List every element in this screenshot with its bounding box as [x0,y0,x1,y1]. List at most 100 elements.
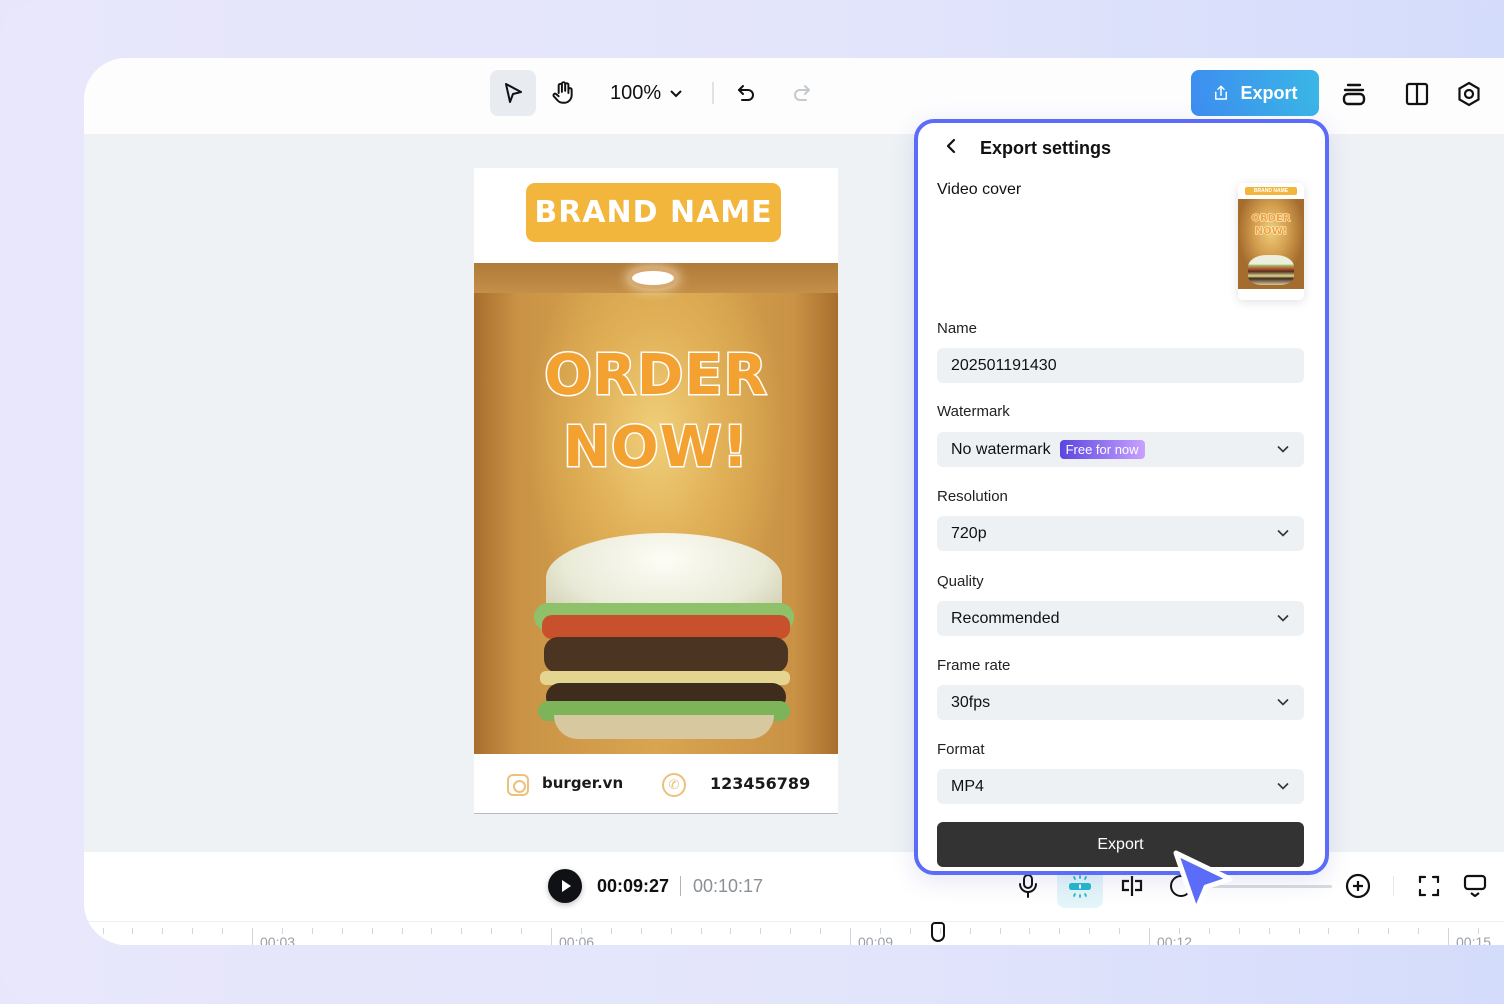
current-time: 00:09:27 [597,876,670,896]
ruler-tick [1388,928,1390,934]
ruler-tick [431,928,433,934]
hand-tool-button[interactable] [540,70,586,116]
watermark-value: No watermark [951,440,1051,458]
ruler-tick [730,928,732,934]
ruler-time-label: 00:06 [559,934,595,945]
burger-patty [544,637,788,673]
ceiling-lamp [632,271,674,285]
redo-button[interactable] [786,78,818,110]
ruler-tick [371,928,373,934]
ruler-tick [311,928,313,934]
ruler-tick [999,928,1001,934]
video-cover-thumbnail[interactable]: BRAND NAME ORDER NOW! [1238,183,1304,300]
ruler-tick [341,928,343,934]
free-for-now-badge: Free for now [1059,440,1145,459]
zoom-in-button[interactable] [1341,869,1375,903]
ruler-tick [222,928,224,934]
zoom-level-dropdown[interactable]: 100% [610,78,683,108]
thumb-line2: NOW! [1254,226,1288,238]
ruler-major-tick [850,928,851,945]
ruler-tick [461,928,463,934]
layers-button[interactable] [1338,78,1370,110]
layers-icon [1342,83,1366,106]
monitor-dropdown-icon [1463,874,1487,898]
export-settings-panel: Export settings Video cover BRAND NAME O… [914,119,1329,875]
export-top-button[interactable]: Export [1191,70,1319,116]
watermark-label: Watermark [937,403,1010,420]
quality-value: Recommended [951,609,1060,627]
display-mode-button[interactable] [1458,869,1492,903]
ruler-tick [820,928,822,934]
name-input[interactable]: 202501191430 [937,348,1304,383]
watermark-select[interactable]: No watermark Free for now [937,432,1304,467]
resolution-select[interactable]: 720p [937,516,1304,551]
panel-toggle-button[interactable] [1401,78,1433,110]
editor-window: 100% Export BRAND NAME ORDER NOW! burger… [84,58,1504,945]
ruler-tick [760,928,762,934]
quality-select[interactable]: Recommended [937,601,1304,636]
export-button[interactable]: Export [937,822,1304,867]
ruler-tick [1298,928,1300,934]
ruler-tick [1358,928,1360,934]
format-value: MP4 [951,777,984,795]
split-clip-icon [1121,876,1143,896]
chevron-down-icon [1277,445,1289,453]
ruler-tick [162,928,164,934]
time-separator [680,876,681,896]
pointer-icon [505,83,522,103]
burger-tomato [542,615,790,639]
chevron-down-icon [1277,614,1289,622]
ruler-tick [640,928,642,934]
quality-label: Quality [937,573,984,590]
toolbar-divider [712,82,714,104]
ruler-tick [102,928,104,934]
ruler-tick [1089,928,1091,934]
select-tool-button[interactable] [490,70,536,116]
ruler-major-tick [1448,928,1449,945]
ruler-tick [192,928,194,934]
format-select[interactable]: MP4 [937,769,1304,804]
instagram-icon [507,774,529,796]
ruler-tick [401,928,403,934]
video-preview[interactable]: BRAND NAME ORDER NOW! burger.vn ✆ 123456… [474,168,838,814]
phone-icon: ✆ [662,773,686,797]
split-panel-icon [1405,82,1429,106]
frame-rate-value: 30fps [951,693,991,711]
ruler-tick [670,928,672,934]
hexagon-settings-icon [1458,81,1480,107]
headline-line2: NOW! [562,414,750,482]
back-arrow-icon[interactable] [944,135,958,161]
ruler-tick [1238,928,1240,934]
magnet-snap-icon [1069,875,1091,898]
ruler-major-tick [252,928,253,945]
chevron-down-icon [670,90,682,98]
ruler-major-tick [1149,928,1150,945]
undo-icon [738,85,754,101]
undo-button[interactable] [730,78,762,110]
ruler-time-label: 00:09 [858,934,894,945]
thumb-burger [1248,255,1294,285]
thumb-brand-badge: BRAND NAME [1245,187,1297,195]
ruler-tick [790,928,792,934]
ruler-tick [521,928,523,934]
ruler-major-tick [551,928,552,945]
timeline-ruler[interactable]: 00:03 00:06 00:09 00:12 00:15 [84,922,1504,945]
name-label: Name [937,320,978,337]
format-label: Format [937,741,985,758]
microphone-icon [1019,874,1037,898]
fullscreen-button[interactable] [1412,869,1446,903]
frame-rate-select[interactable]: 30fps [937,685,1304,720]
brand-name-badge: BRAND NAME [526,183,781,242]
panel-header: Export settings [944,133,1111,163]
ruler-time-label: 00:15 [1456,934,1492,945]
ruler-tick [969,928,971,934]
settings-button[interactable] [1453,78,1485,110]
frame-rate-label: Frame rate [937,657,1011,674]
ruler-tick [491,928,493,934]
play-button[interactable] [548,869,582,903]
poster-phone-number: 123456789 [710,774,811,793]
poster-website: burger.vn [542,774,624,792]
resolution-value: 720p [951,524,987,542]
playhead-handle[interactable] [931,922,945,942]
ruler-time-label: 00:03 [260,934,296,945]
